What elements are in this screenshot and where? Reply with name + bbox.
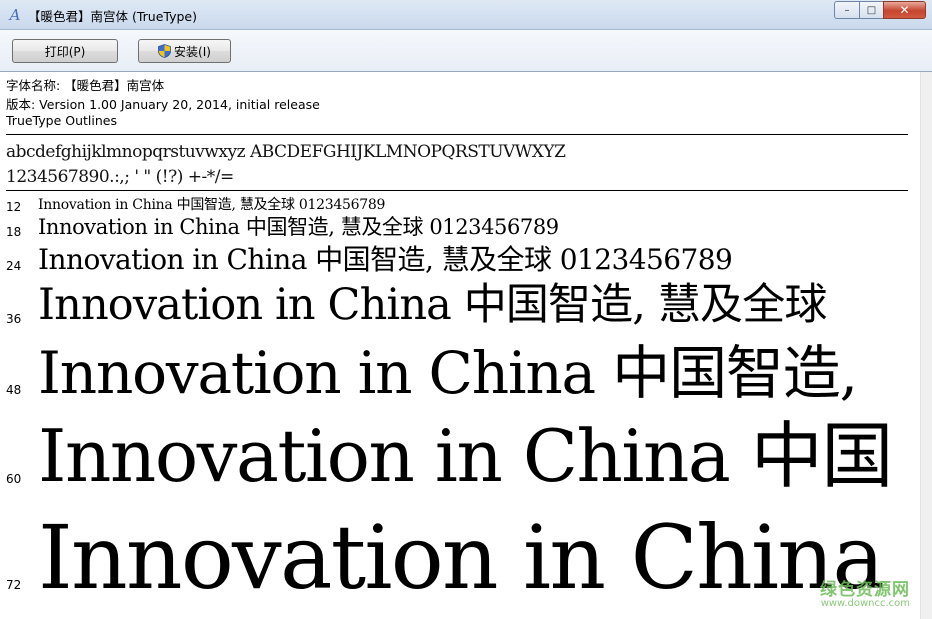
close-icon: ✕ <box>899 3 910 17</box>
font-version-line: 版本: Version 1.00 January 20, 2014, initi… <box>6 97 320 112</box>
minimize-icon: – <box>844 4 850 16</box>
sample-size-label: 24 <box>6 259 22 273</box>
divider-bottom <box>6 190 908 191</box>
window-title: 【暖色君】南宫体 (TrueType) <box>28 9 197 24</box>
font-preview-pane: 字体名称: 【暖色君】南宫体 版本: Version 1.00 January … <box>0 72 920 619</box>
sample-size-label: 72 <box>6 578 22 592</box>
sample-text-18: Innovation in China 中国智造, 慧及全球 012345678… <box>38 215 559 239</box>
print-button-label: 打印(P) <box>44 44 86 59</box>
font-outline-line: TrueType Outlines <box>6 113 117 128</box>
sample-size-label: 36 <box>6 312 22 326</box>
uac-shield-icon <box>158 44 171 58</box>
site-watermark: 绿色资源网 www.downcc.com <box>820 575 910 609</box>
maximize-icon: □ <box>866 4 877 16</box>
sample-text-60: Innovation in China 中国 <box>38 414 893 498</box>
minimize-button[interactable]: – <box>834 1 860 19</box>
charset-symbols: 1234567890.:,; ' " (!?) +-*/= <box>6 167 234 187</box>
print-button[interactable]: 打印(P) <box>12 39 118 63</box>
sample-text-12: Innovation in China 中国智造, 慧及全球 012345678… <box>38 197 386 213</box>
sample-size-label: 18 <box>6 225 22 239</box>
window-controls: – □ ✕ <box>834 1 926 20</box>
sample-size-label: 48 <box>6 383 22 397</box>
sample-text-48: Innovation in China 中国智造, <box>38 339 858 407</box>
watermark-title: 绿色资源网 <box>820 580 910 600</box>
sample-text-24: Innovation in China 中国智造, 慧及全球 012345678… <box>38 243 733 276</box>
maximize-button[interactable]: □ <box>859 1 884 19</box>
sample-text-72: Innovation in China <box>38 506 885 609</box>
sample-text-36: Innovation in China 中国智造, 慧及全球 <box>38 280 827 330</box>
watermark-url: www.downcc.com <box>820 598 910 609</box>
font-name-line: 字体名称: 【暖色君】南宫体 <box>6 78 165 93</box>
vertical-scrollbar[interactable] <box>920 72 932 619</box>
title-bar[interactable]: A 【暖色君】南宫体 (TrueType) – □ ✕ <box>0 0 932 30</box>
divider-top <box>6 134 908 135</box>
toolbar: 打印(P) 安装(I) <box>0 30 932 72</box>
close-button[interactable]: ✕ <box>883 1 926 19</box>
charset-letters: abcdefghijklmnopqrstuvwxyz ABCDEFGHIJKLM… <box>6 142 566 162</box>
install-button-label: 安装(I) <box>174 44 211 59</box>
install-button[interactable]: 安装(I) <box>138 39 231 63</box>
font-viewer-icon: A <box>9 6 21 24</box>
sample-size-label: 60 <box>6 472 22 486</box>
sample-size-label: 12 <box>6 200 22 214</box>
